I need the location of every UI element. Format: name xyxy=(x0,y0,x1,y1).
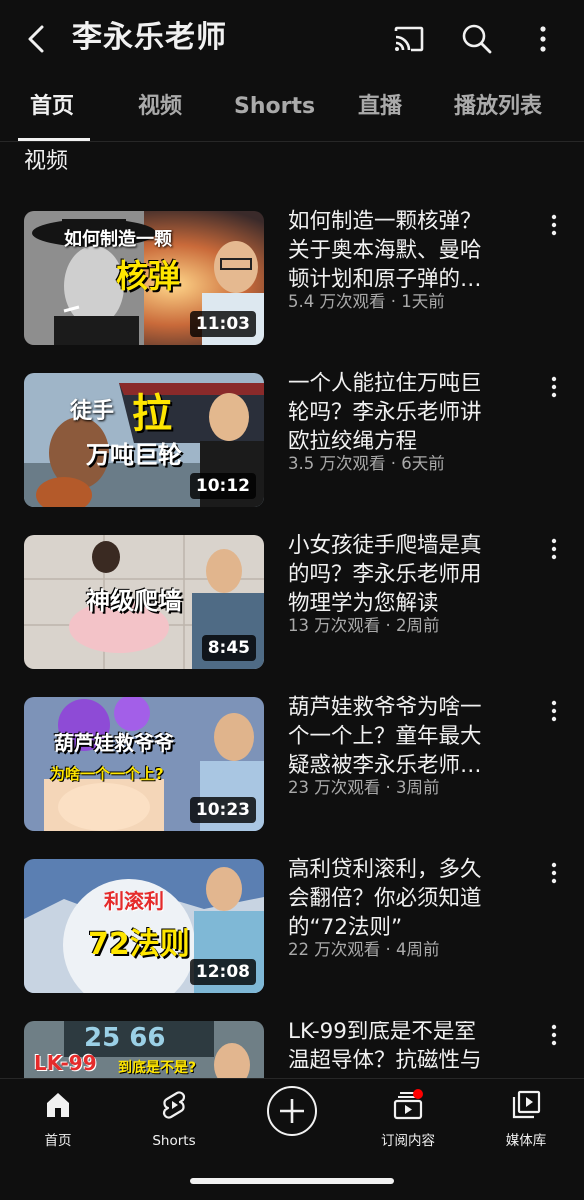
thumbnail-caption: 如何制造一颗 xyxy=(64,229,172,250)
create-plus-icon xyxy=(280,1099,304,1123)
back-icon[interactable] xyxy=(20,22,54,56)
video-meta: 22 万次观看 · 4周前 xyxy=(288,940,440,959)
video-item[interactable]: 葫芦娃救爷爷 为啥一个一个上? 10:23 葫芦娃救爷爷为啥一 个一个上？童年最… xyxy=(0,695,584,833)
thumbnail-readout: 25 66 xyxy=(84,1023,165,1053)
channel-tabs: 首页 视频 Shorts 直播 播放列表 xyxy=(0,80,584,142)
library-icon xyxy=(512,1090,541,1119)
thumbnail-caption: 利滚利 xyxy=(104,889,164,913)
nav-subscriptions[interactable]: 订阅内容 xyxy=(358,1089,458,1149)
video-more-icon[interactable] xyxy=(540,211,568,239)
video-duration: 12:08 xyxy=(189,959,256,985)
thumbnail-caption: 万吨巨轮 xyxy=(86,441,182,469)
home-icon xyxy=(47,1093,69,1117)
thumbnail-caption: LK-99 xyxy=(34,1051,97,1075)
video-title[interactable]: 高利贷利滚利，多久 会翻倍？你必须知道 的“72法则” xyxy=(288,855,516,942)
tab-live[interactable]: 直播 xyxy=(358,92,402,122)
video-item[interactable]: 利滚利 72法则 12:08 高利贷利滚利，多久 会翻倍？你必须知道 的“72法… xyxy=(0,857,584,995)
video-item[interactable]: 徒手 拉 万吨巨轮 10:12 一个人能拉住万吨巨 轮吗？李永乐老师讲 欧拉绞绳… xyxy=(0,371,584,509)
notification-dot xyxy=(413,1089,423,1099)
video-title[interactable]: 一个人能拉住万吨巨 轮吗？李永乐老师讲 欧拉绞绳方程 xyxy=(288,369,516,456)
video-meta: 13 万次观看 · 2周前 xyxy=(288,616,440,635)
video-title-line: 个一个上？童年最大 xyxy=(288,724,482,749)
readout-value: 66 xyxy=(129,1023,166,1053)
video-duration: 10:23 xyxy=(189,797,256,823)
video-title-line: 轮吗？李永乐老师讲 xyxy=(288,400,482,425)
search-icon[interactable] xyxy=(460,22,494,56)
video-title-line: 温超导体？抗磁性与 xyxy=(288,1048,482,1073)
cast-icon[interactable] xyxy=(392,22,426,56)
video-thumbnail[interactable]: 徒手 拉 万吨巨轮 10:12 xyxy=(24,373,264,507)
active-tab-indicator xyxy=(18,138,90,141)
top-app-bar: 李永乐老师 xyxy=(0,0,584,80)
video-duration: 8:45 xyxy=(201,635,256,661)
thumbnail-caption: 神级爬墙 xyxy=(86,587,182,615)
video-title-line: 关于奥本海默、曼哈 xyxy=(288,238,482,263)
video-title-line: 疑惑被李永乐老师… xyxy=(288,753,482,778)
video-meta: 5.4 万次观看 · 1天前 xyxy=(288,292,445,311)
video-thumbnail[interactable]: 25 66 LK-99 到底是不是? xyxy=(24,1021,264,1078)
video-thumbnail[interactable]: 利滚利 72法则 12:08 xyxy=(24,859,264,993)
video-more-icon[interactable] xyxy=(540,1021,568,1049)
nav-home[interactable]: 首页 xyxy=(8,1089,108,1149)
create-button[interactable] xyxy=(267,1086,317,1136)
video-more-icon[interactable] xyxy=(540,535,568,563)
thumbnail-caption: 72法则 xyxy=(88,927,190,962)
channel-name: 李永乐老师 xyxy=(72,20,227,55)
tab-videos[interactable]: 视频 xyxy=(138,92,182,122)
video-more-icon[interactable] xyxy=(540,859,568,887)
thumbnail-caption: 拉 xyxy=(132,391,172,437)
video-title[interactable]: 小女孩徒手爬墙是真 的吗？李永乐老师用 物理学为您解读 xyxy=(288,531,516,618)
shorts-icon xyxy=(163,1091,185,1119)
video-title-line: 的吗？李永乐老师用 xyxy=(288,562,482,587)
video-title-line: 一个人能拉住万吨巨 xyxy=(288,371,482,396)
video-title-line: 小女孩徒手爬墙是真 xyxy=(288,533,482,558)
thumbnail-caption: 葫芦娃救爷爷 xyxy=(54,731,174,755)
thumbnail-caption: 到底是不是? xyxy=(118,1060,197,1076)
video-title-line: 葫芦娃救爷爷为啥一 xyxy=(288,695,482,720)
video-duration: 10:12 xyxy=(189,473,256,499)
video-more-icon[interactable] xyxy=(540,373,568,401)
video-duration: 11:03 xyxy=(189,311,256,337)
home-indicator xyxy=(190,1178,394,1184)
video-title-line: 欧拉绞绳方程 xyxy=(288,429,418,454)
nav-label: 首页 xyxy=(44,1133,72,1149)
video-title-line: 的“72法则” xyxy=(288,915,403,940)
video-title[interactable]: 葫芦娃救爷爷为啥一 个一个上？童年最大 疑惑被李永乐老师… xyxy=(288,693,516,780)
video-title-line: 顿计划和原子弹的… xyxy=(288,267,482,292)
video-meta: 23 万次观看 · 3周前 xyxy=(288,778,440,797)
video-title[interactable]: LK-99到底是不是室 温超导体？抗磁性与 xyxy=(288,1021,516,1075)
video-item[interactable]: 如何制造一颗 核弹 11:03 如何制造一颗核弹？ 关于奥本海默、曼哈 顿计划和… xyxy=(0,209,584,347)
more-vert-icon[interactable] xyxy=(526,22,560,56)
tab-home[interactable]: 首页 xyxy=(30,92,74,122)
nav-label: 媒体库 xyxy=(505,1133,547,1149)
readout-value: 25 xyxy=(84,1023,121,1053)
video-title-line: 高利贷利滚利，多久 xyxy=(288,857,482,882)
video-meta: 3.5 万次观看 · 6天前 xyxy=(288,454,445,473)
tab-shorts[interactable]: Shorts xyxy=(234,92,315,122)
thumbnail-caption: 为啥一个一个上? xyxy=(50,765,164,783)
thumbnail-caption: 核弹 xyxy=(116,257,181,295)
video-thumbnail[interactable]: 如何制造一颗 核弹 11:03 xyxy=(24,211,264,345)
nav-label: Shorts xyxy=(152,1133,196,1149)
video-title[interactable]: 如何制造一颗核弹？ 关于奥本海默、曼哈 顿计划和原子弹的… xyxy=(288,207,516,294)
nav-library[interactable]: 媒体库 xyxy=(476,1089,576,1149)
subscriptions-icon xyxy=(393,1089,423,1120)
video-title-line: LK-99到底是不是室 xyxy=(288,1021,476,1044)
video-thumbnail[interactable]: 神级爬墙 8:45 xyxy=(24,535,264,669)
section-heading: 视频 xyxy=(24,149,69,174)
video-title-line: 会翻倍？你必须知道 xyxy=(288,886,482,911)
video-more-icon[interactable] xyxy=(540,697,568,725)
video-item[interactable]: 25 66 LK-99 到底是不是? LK-99到底是不是室 温超导体？抗磁性与 xyxy=(0,1021,584,1078)
thumbnail-caption: 徒手 xyxy=(70,399,115,424)
nav-label: 订阅内容 xyxy=(381,1133,435,1149)
video-title-line: 物理学为您解读 xyxy=(288,591,439,616)
tab-playlists[interactable]: 播放列表 xyxy=(454,92,542,122)
video-title-line: 如何制造一颗核弹？ xyxy=(288,209,482,234)
video-item[interactable]: 神级爬墙 8:45 小女孩徒手爬墙是真 的吗？李永乐老师用 物理学为您解读 13… xyxy=(0,533,584,671)
nav-shorts[interactable]: Shorts xyxy=(124,1089,224,1149)
video-thumbnail[interactable]: 葫芦娃救爷爷 为啥一个一个上? 10:23 xyxy=(24,697,264,831)
